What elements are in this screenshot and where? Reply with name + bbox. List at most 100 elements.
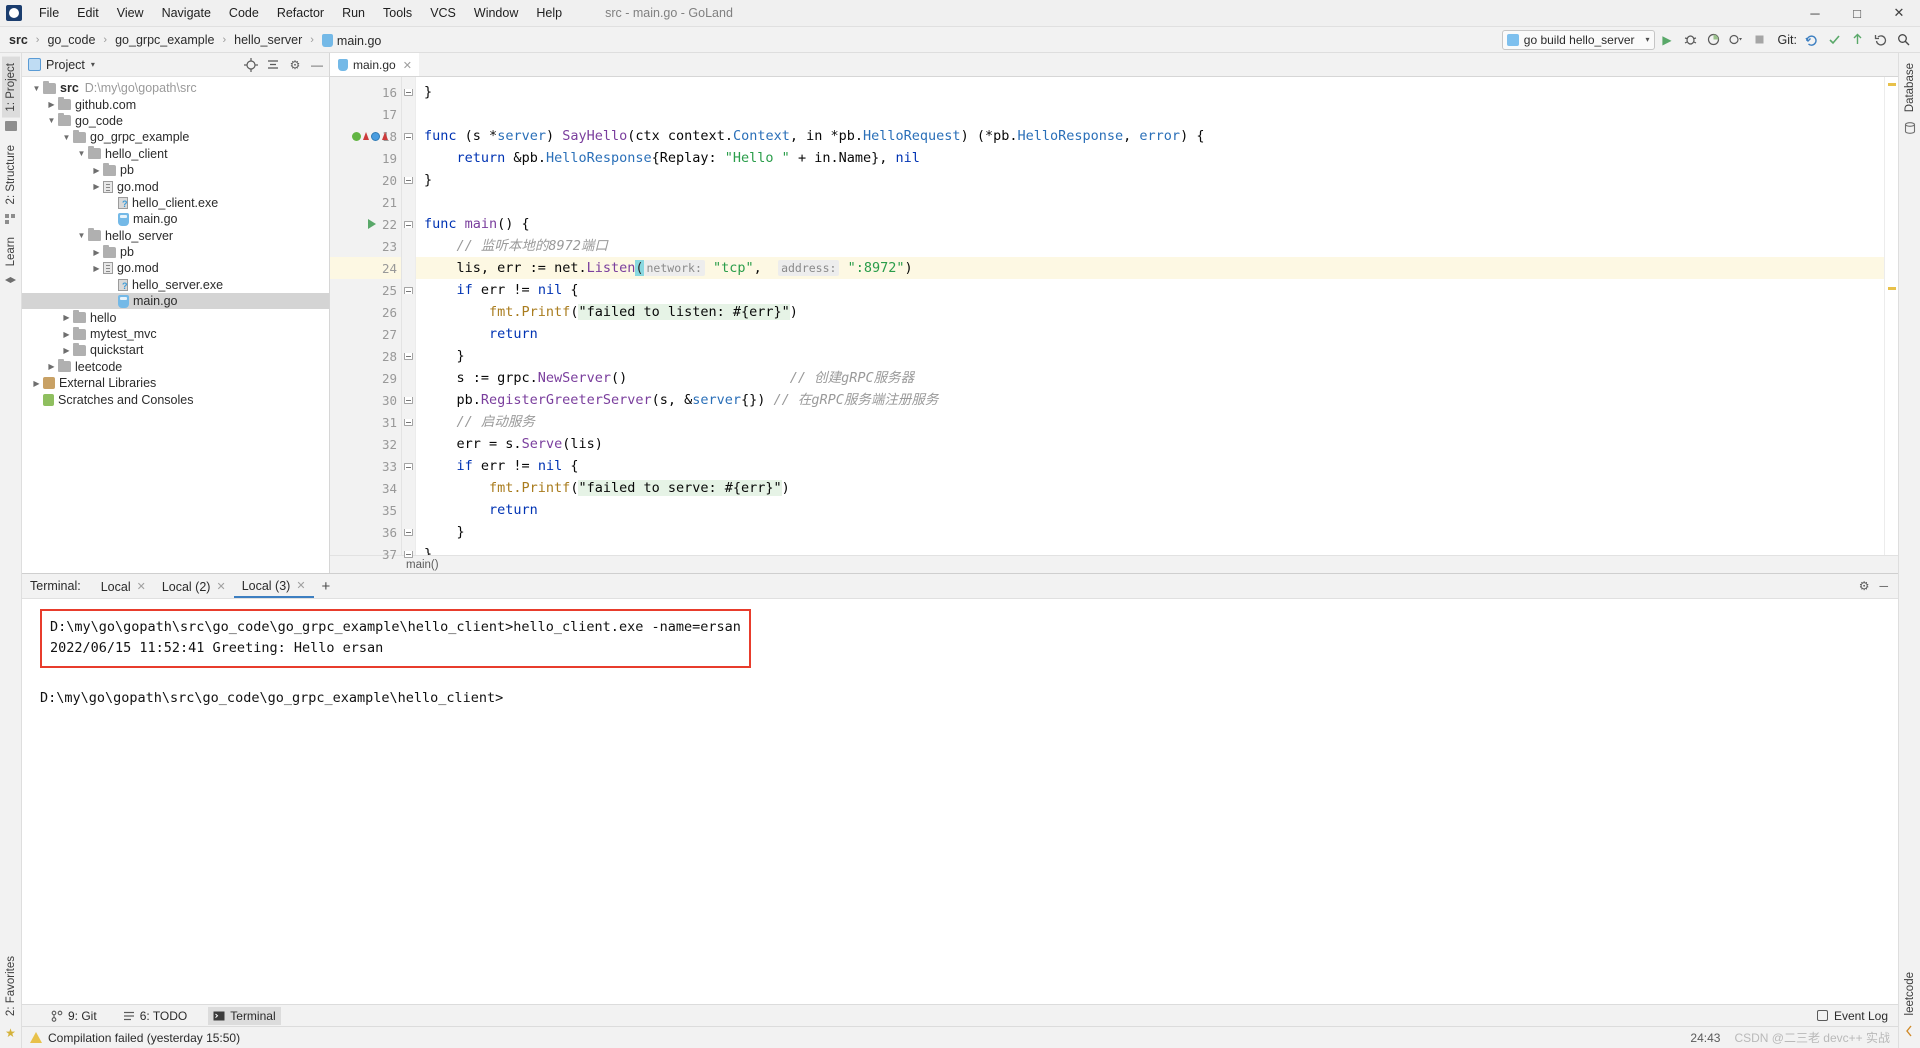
sidebar-tab-database[interactable]: Database (1901, 57, 1919, 118)
terminal-tab-local[interactable]: Local ✕ (93, 576, 154, 597)
fold-marker-row[interactable] (402, 477, 415, 499)
tool-button-git[interactable]: 9: Git (46, 1007, 102, 1025)
tree-item-hello-client-exe[interactable]: hello_client.exe (22, 195, 329, 211)
run-button[interactable]: ▶ (1657, 29, 1678, 50)
tree-item-external-libraries[interactable]: ▶ External Libraries (22, 375, 329, 391)
line-number[interactable]: 18 (330, 125, 401, 147)
fold-toggle-icon[interactable] (404, 418, 413, 426)
fold-marker-row[interactable] (402, 103, 415, 125)
tree-item-hello-server[interactable]: ▼ hello_server (22, 228, 329, 244)
code-line[interactable]: func (s *server) SayHello(ctx context.Co… (416, 125, 1884, 147)
fold-marker-row[interactable] (402, 411, 415, 433)
git-push-button[interactable] (1847, 29, 1868, 50)
line-number[interactable]: 22 (330, 213, 401, 235)
breadcrumb-item-main-go[interactable]: main.go (319, 31, 384, 49)
collapse-all-icon[interactable] (265, 57, 281, 73)
close-icon[interactable]: ✕ (403, 59, 412, 72)
tree-item-go-grpc-example[interactable]: ▼ go_grpc_example (22, 129, 329, 145)
fold-toggle-icon[interactable] (404, 286, 413, 294)
tree-item-quickstart[interactable]: ▶ quickstart (22, 342, 329, 358)
tree-expander[interactable]: ▼ (75, 231, 88, 240)
terminal-output[interactable]: D:\my\go\gopath\src\go_code\go_grpc_exam… (22, 599, 1898, 1004)
tree-item-hello[interactable]: ▶ hello (22, 309, 329, 325)
line-number[interactable]: 25 (330, 279, 401, 301)
line-number[interactable]: 27 (330, 323, 401, 345)
line-number[interactable]: 33 (330, 455, 401, 477)
tree-item-go-code[interactable]: ▼ go_code (22, 113, 329, 129)
breadcrumb-item-hello_server[interactable]: hello_server (231, 32, 305, 48)
code-line[interactable]: return &pb.HelloResponse{Replay: "Hello … (416, 147, 1884, 169)
tree-expander[interactable]: ▶ (45, 100, 58, 109)
close-icon[interactable]: ✕ (216, 580, 225, 593)
fold-marker-row[interactable] (402, 323, 415, 345)
menu-tools[interactable]: Tools (374, 2, 421, 24)
sidebar-tab-leetcode[interactable]: leetcode (1901, 966, 1919, 1021)
code-line[interactable]: return (416, 323, 1884, 345)
tree-item-leetcode[interactable]: ▶ leetcode (22, 359, 329, 375)
tree-expander[interactable]: ▼ (45, 116, 58, 125)
tree-item-go-mod[interactable]: ▶ go.mod (22, 260, 329, 276)
fold-marker-row[interactable] (402, 191, 415, 213)
fold-marker-row[interactable] (402, 389, 415, 411)
tree-item-go-mod[interactable]: ▶ go.mod (22, 178, 329, 194)
maximize-button[interactable]: □ (1836, 0, 1878, 27)
git-commit-button[interactable] (1824, 29, 1845, 50)
fold-toggle-icon[interactable] (404, 132, 413, 140)
fold-toggle-icon[interactable] (404, 176, 413, 184)
tree-expander[interactable]: ▶ (45, 362, 58, 371)
fold-toggle-icon[interactable] (404, 220, 413, 228)
caret-position[interactable]: 24:43 (1690, 1031, 1720, 1045)
editor-marker-bar[interactable] (1884, 77, 1898, 555)
fold-marker-row[interactable] (402, 213, 415, 235)
hide-icon[interactable]: ─ (1879, 579, 1888, 593)
close-button[interactable]: ✕ (1878, 0, 1920, 27)
project-tree[interactable]: ▼ src D:\my\go\gopath\src ▶ github.com ▼ go_co… (22, 77, 329, 573)
tree-expander[interactable]: ▶ (60, 330, 73, 339)
line-number[interactable]: 24 (330, 257, 401, 279)
menu-code[interactable]: Code (220, 2, 268, 24)
tree-expander[interactable]: ▶ (90, 264, 103, 273)
breakpoint-green-icon[interactable] (352, 131, 361, 141)
new-terminal-tab-button[interactable]: + (314, 578, 339, 595)
fold-marker-row[interactable] (402, 235, 415, 257)
menu-run[interactable]: Run (333, 2, 374, 24)
close-icon[interactable]: ✕ (137, 580, 146, 593)
code-line[interactable]: lis, err := net.Listen(network: "tcp", a… (416, 257, 1884, 279)
menu-window[interactable]: Window (465, 2, 527, 24)
fold-toggle-icon[interactable] (404, 550, 413, 558)
tree-item-scratches-and-consoles[interactable]: Scratches and Consoles (22, 391, 329, 407)
menu-file[interactable]: File (30, 2, 68, 24)
tree-item-src[interactable]: ▼ src D:\my\go\gopath\src (22, 80, 329, 96)
tree-expander[interactable]: ▶ (90, 248, 103, 257)
chevron-down-icon[interactable]: ▾ (91, 60, 95, 69)
line-number[interactable]: 19 (330, 147, 401, 169)
code-text[interactable]: } func (s *server) SayHello(ctx context.… (416, 77, 1884, 555)
code-line[interactable] (416, 103, 1884, 125)
sidebar-tab-structure[interactable]: 2: Structure (2, 139, 20, 210)
fold-toggle-icon[interactable] (404, 396, 413, 404)
tree-expander[interactable]: ▶ (60, 313, 73, 322)
code-line[interactable] (416, 191, 1884, 213)
fold-marker-row[interactable] (402, 81, 415, 103)
tree-item-pb[interactable]: ▶ pb (22, 244, 329, 260)
fold-marker-row[interactable] (402, 279, 415, 301)
tree-item-hello-server-exe[interactable]: hello_server.exe (22, 277, 329, 293)
gear-icon[interactable]: ⚙ (287, 57, 303, 73)
terminal-tab-local-2[interactable]: Local (2) ✕ (154, 576, 234, 597)
menu-refactor[interactable]: Refactor (268, 2, 333, 24)
event-log-button[interactable]: Event Log (1816, 1009, 1898, 1023)
line-number-gutter[interactable]: 16 17 18 19 20 21 22 23 24 25 26 27 28 29 30 31 32 33 34 35… (330, 77, 402, 562)
menu-bar[interactable]: File Edit View Navigate Code Refactor Ru… (30, 2, 571, 24)
line-number[interactable]: 20 (330, 169, 401, 191)
sidebar-tab-learn[interactable]: Learn (2, 231, 20, 272)
fold-marker-row[interactable] (402, 345, 415, 367)
breadcrumb-item-go_code[interactable]: go_code (44, 32, 98, 48)
line-number[interactable]: 34 (330, 477, 401, 499)
fold-marker-row[interactable] (402, 433, 415, 455)
line-number[interactable]: 29 (330, 367, 401, 389)
menu-view[interactable]: View (108, 2, 153, 24)
search-everywhere-icon[interactable] (1893, 29, 1914, 50)
code-line[interactable]: err = s.Serve(lis) (416, 433, 1884, 455)
code-line[interactable]: } (416, 543, 1884, 555)
code-line[interactable]: pb.RegisterGreeterServer(s, &server{}) /… (416, 389, 1884, 411)
